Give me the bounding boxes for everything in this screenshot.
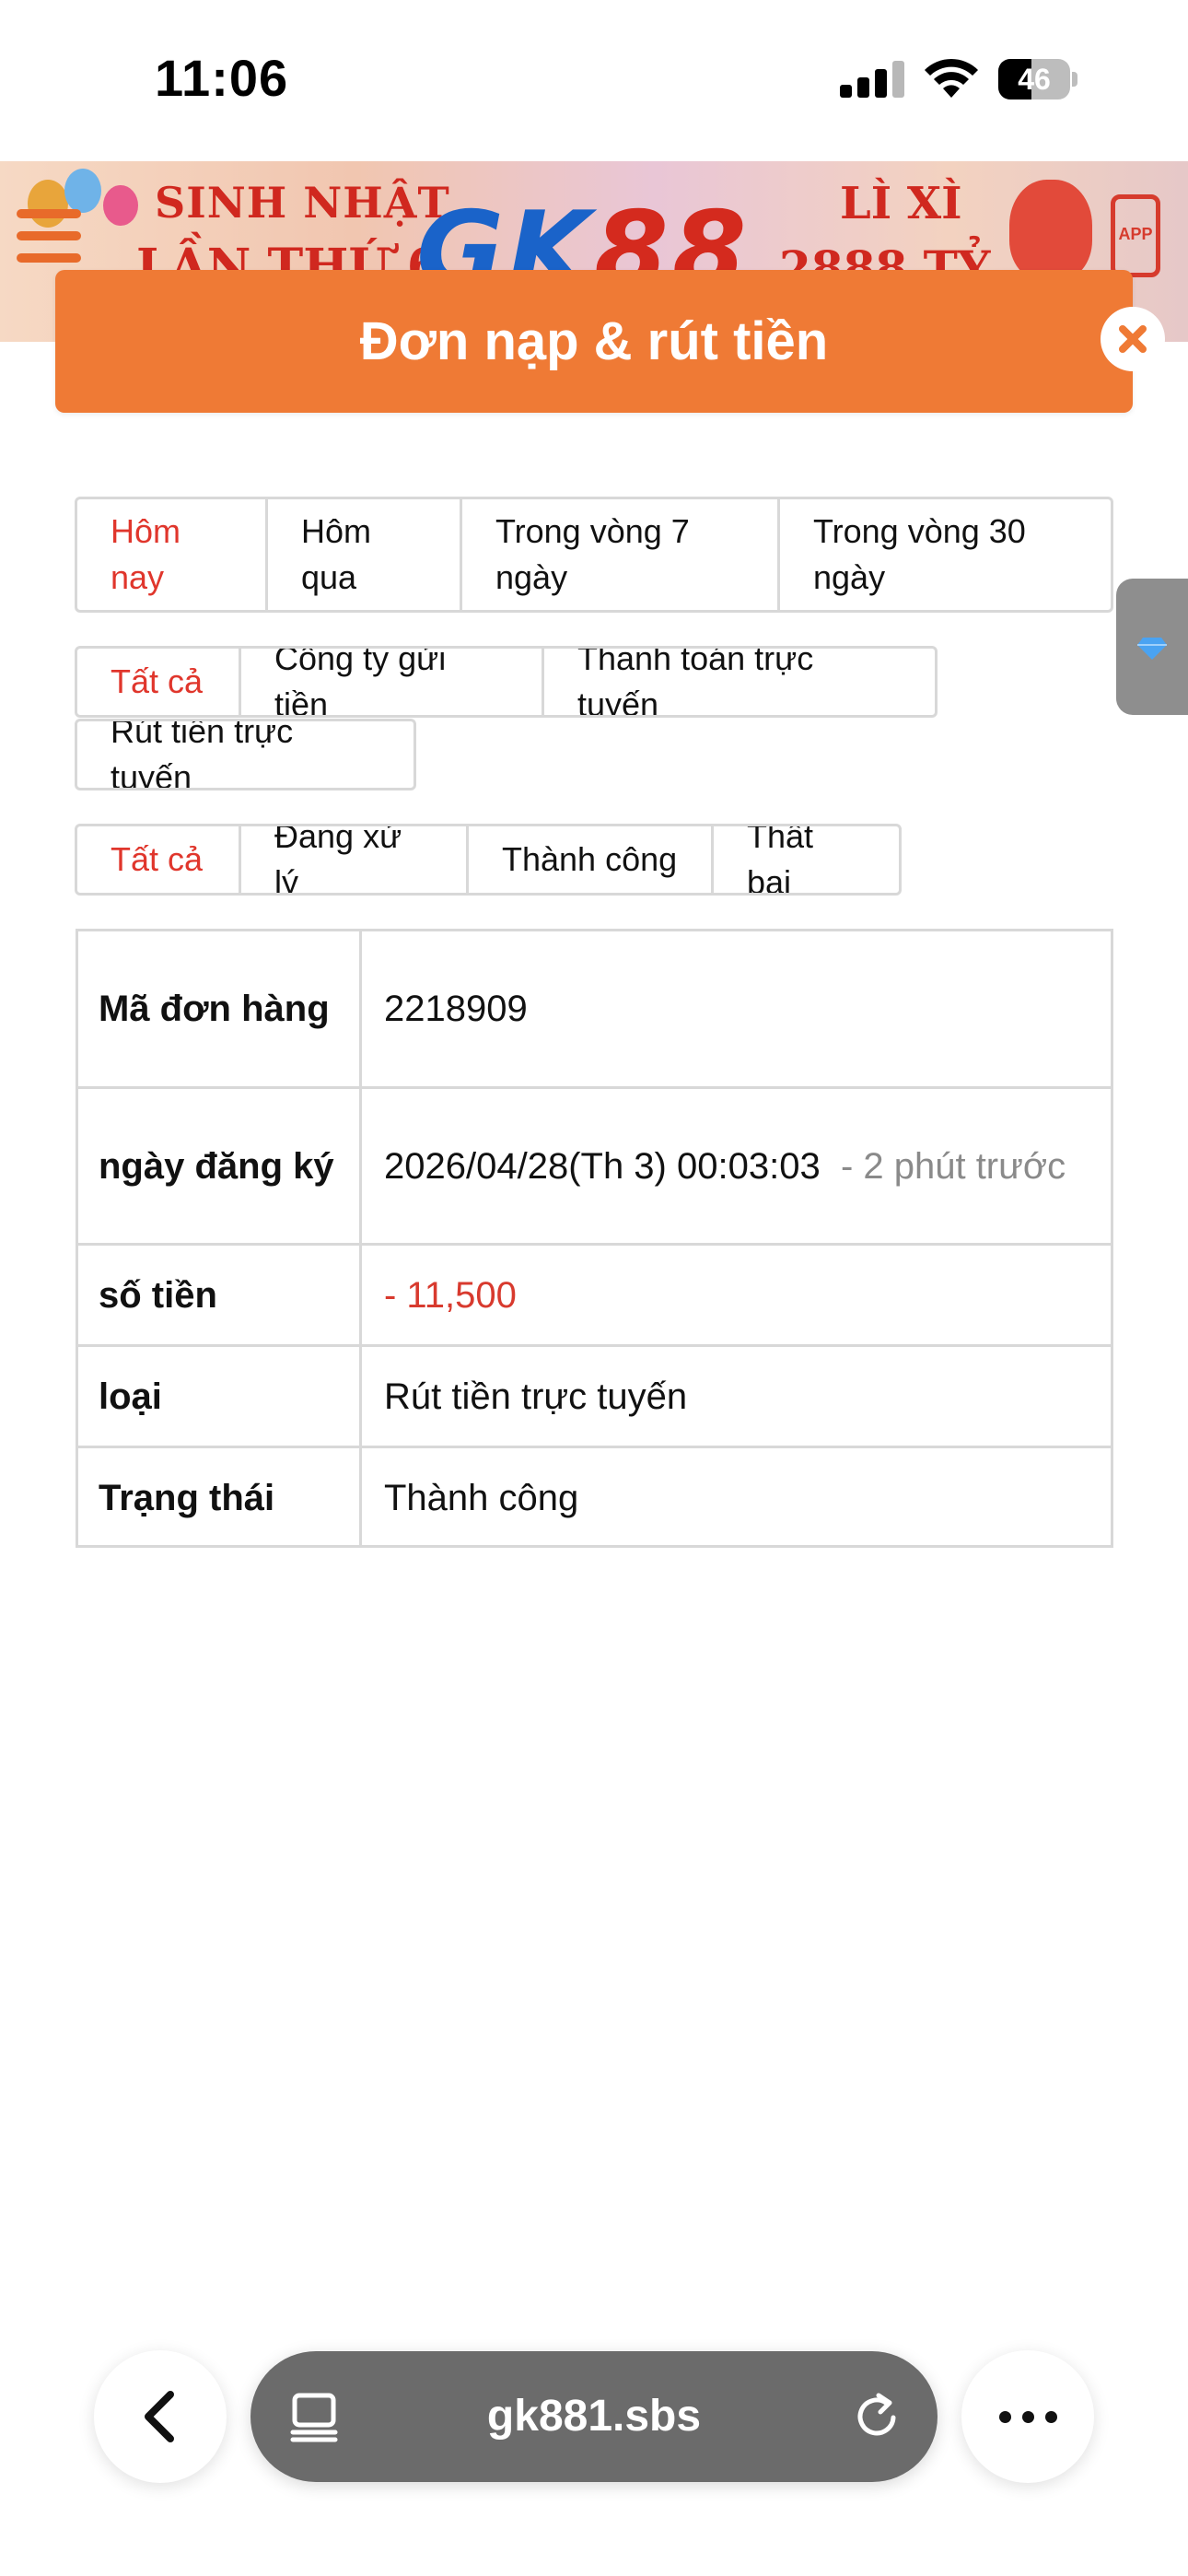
table-row-status: Trạng thái Thành công: [78, 1448, 1111, 1548]
side-float-tab[interactable]: [1116, 579, 1188, 715]
order-details-table: Mã đơn hàng 2218909 ngày đăng ký 2026/04…: [76, 929, 1113, 1548]
date-label: ngày đăng ký: [78, 1089, 362, 1243]
back-button[interactable]: [94, 2350, 227, 2483]
status-label: Trạng thái: [78, 1448, 362, 1548]
order-id-label: Mã đơn hàng: [78, 931, 362, 1086]
more-options-button[interactable]: [961, 2350, 1094, 2483]
banner-headline: SINH NHẬT: [155, 178, 450, 228]
table-row-type: loại Rút tiền trực tuyến: [78, 1347, 1111, 1448]
amount-label: số tiền: [78, 1246, 362, 1344]
close-icon: [1119, 325, 1147, 353]
type-option-online-withdraw[interactable]: Rút tiền trực tuyến: [77, 721, 413, 788]
status-time: 11:06: [155, 49, 289, 107]
status-bar: 11:06 46: [0, 0, 1188, 161]
wifi-icon: [925, 58, 978, 98]
close-button[interactable]: [1101, 307, 1165, 371]
date-option-7-days[interactable]: Trong vòng 7 ngày: [462, 499, 780, 610]
date-option-30-days[interactable]: Trong vòng 30 ngày: [780, 499, 1111, 610]
order-id-value: 2218909: [384, 989, 528, 1029]
menu-icon[interactable]: [17, 209, 81, 264]
modal-header: Đơn nạp & rút tiền: [55, 270, 1165, 413]
battery-icon: 46: [998, 59, 1077, 100]
date-filter: Hôm nay Hôm qua Trong vòng 7 ngày Trong …: [75, 497, 1113, 613]
app-download-icon[interactable]: APP: [1111, 194, 1160, 277]
modal-title: Đơn nạp & rút tiền: [359, 311, 829, 371]
type-option-all[interactable]: Tất cả: [77, 649, 241, 715]
date-relative: - 2 phút trước: [840, 1145, 1066, 1187]
type-option-online-payment[interactable]: Thanh toán trực tuyến: [544, 649, 935, 715]
status-option-failed[interactable]: Thất bại: [714, 826, 899, 893]
table-row-amount: số tiền - 11,500: [78, 1246, 1111, 1347]
date-option-today[interactable]: Hôm nay: [77, 499, 268, 610]
banner-lixi: LÌ XÌ: [840, 178, 962, 229]
status-value: Thành công: [384, 1478, 579, 1518]
type-filter-row-2: Rút tiền trực tuyến: [75, 719, 416, 790]
type-value: Rút tiền trực tuyến: [384, 1376, 688, 1417]
amount-value: - 11,500: [384, 1274, 517, 1316]
diamond-icon: [1137, 638, 1167, 660]
status-filter: Tất cả Đang xử lý Thành công Thất bại: [75, 824, 902, 896]
status-option-processing[interactable]: Đang xử lý: [241, 826, 469, 893]
battery-percentage: 46: [1018, 63, 1051, 96]
more-icon: [998, 2410, 1011, 2423]
table-row-date: ngày đăng ký 2026/04/28(Th 3) 00:03:03 -…: [78, 1089, 1111, 1246]
status-option-all[interactable]: Tất cả: [77, 826, 241, 893]
status-option-success[interactable]: Thành công: [469, 826, 714, 893]
reload-icon[interactable]: [851, 2390, 904, 2443]
date-option-yesterday[interactable]: Hôm qua: [268, 499, 462, 610]
table-row-order-id: Mã đơn hàng 2218909: [78, 931, 1111, 1089]
type-label: loại: [78, 1347, 362, 1446]
cellular-signal-icon: [840, 61, 904, 98]
address-bar[interactable]: gk881.sbs: [250, 2351, 938, 2482]
type-option-company-deposit[interactable]: Công ty gửi tiền: [241, 649, 544, 715]
chevron-left-icon: [145, 2391, 174, 2442]
url-text: gk881.sbs: [486, 2392, 702, 2441]
date-value: 2026/04/28(Th 3) 00:03:03 - 2 phút trước: [384, 1145, 1066, 1187]
type-filter-row-1: Tất cả Công ty gửi tiền Thanh toán trực …: [75, 646, 938, 718]
